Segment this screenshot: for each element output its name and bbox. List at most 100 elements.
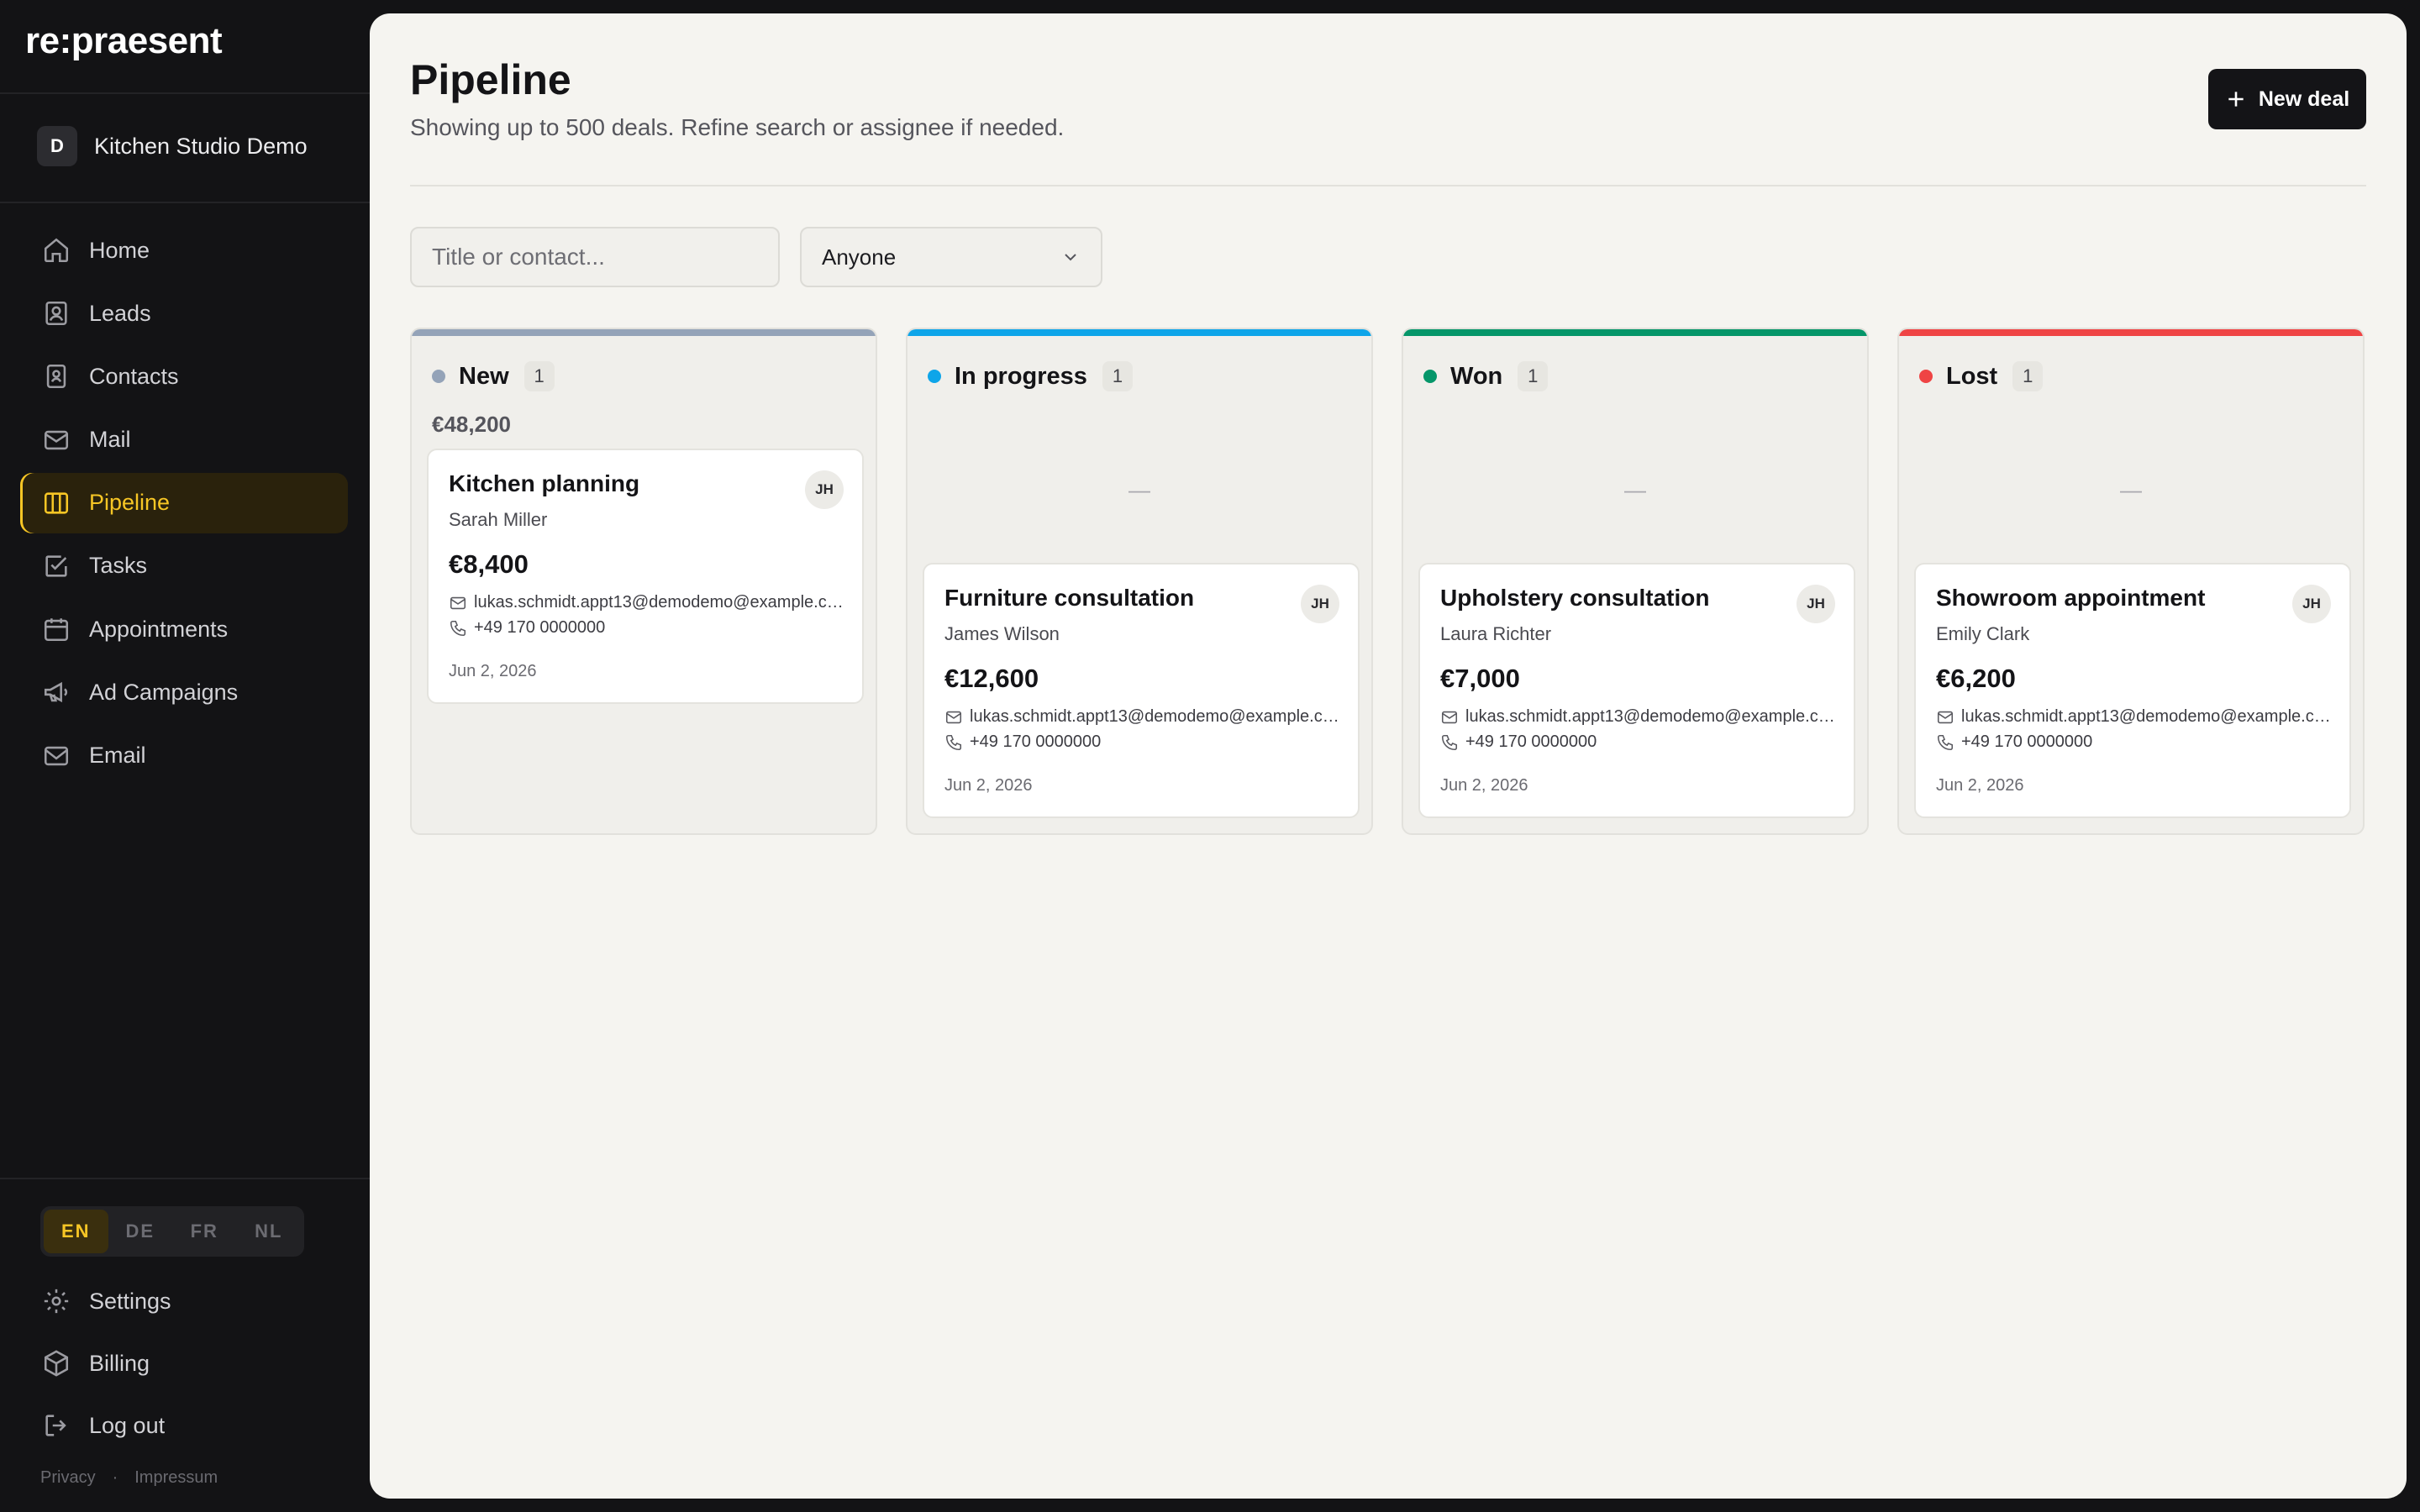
deal-date: Jun 2, 2026 — [1440, 776, 1528, 795]
mail-icon — [450, 596, 466, 609]
deal-title: Upholstery consultation — [1440, 585, 1710, 611]
sidebar-divider — [0, 202, 370, 203]
column-color-bar — [1403, 329, 1867, 336]
column-title: Lost — [1946, 362, 1998, 390]
language-option-en[interactable]: EN — [44, 1210, 108, 1253]
new-deal-label: New deal — [2258, 87, 2350, 111]
stage-dot — [928, 370, 941, 383]
assignee-avatar: JH — [1301, 585, 1339, 623]
deal-phone[interactable]: +49 170 0000000 — [449, 618, 849, 638]
footer-separator: · — [112, 1468, 118, 1487]
deal-contact: Emily Clark — [1936, 623, 2030, 644]
stage-dot — [1423, 370, 1437, 383]
column-color-bar — [412, 329, 876, 336]
new-deal-button[interactable]: New deal — [2208, 69, 2366, 129]
billing-link[interactable]: Billing — [20, 1332, 348, 1394]
deal-email[interactable]: lukas.schmidt.appt13@demodemo@example.co… — [449, 593, 849, 612]
mail-icon — [1441, 711, 1458, 723]
main-nav: Home Leads Contacts Mail Pipeline Tasks … — [20, 220, 348, 789]
deal-card[interactable]: Furniture consultation James Wilson €12,… — [923, 563, 1360, 818]
deal-title: Showroom appointment — [1936, 585, 2206, 611]
privacy-link[interactable]: Privacy — [40, 1468, 96, 1488]
deal-card[interactable]: Kitchen planning Sarah Miller €8,400 JH … — [427, 449, 864, 704]
deal-card[interactable]: Upholstery consultation Laura Richter €7… — [1418, 563, 1855, 818]
deal-date: Jun 2, 2026 — [449, 662, 537, 680]
deal-contact: James Wilson — [944, 623, 1060, 644]
language-option-nl[interactable]: NL — [237, 1210, 302, 1253]
deal-contact: Sarah Miller — [449, 509, 548, 530]
column-header: Lost 1 — [1919, 361, 2044, 391]
assignee-avatar: JH — [1797, 585, 1835, 623]
workspace-switcher[interactable]: D Kitchen Studio Demo — [37, 126, 308, 166]
deal-date: Jun 2, 2026 — [1936, 776, 2024, 795]
sidebar-item-home[interactable]: Home — [20, 220, 348, 281]
sidebar-item-label: Contacts — [89, 363, 179, 389]
deal-email[interactable]: lukas.schmidt.appt13@demodemo@example.co… — [944, 707, 1344, 727]
sidebar-item-appointments[interactable]: Appointments — [20, 599, 348, 659]
language-option-de[interactable]: DE — [108, 1210, 173, 1253]
column-count-badge: 1 — [523, 361, 555, 391]
sidebar-item-label: Mail — [89, 427, 131, 453]
bottom-nav: Settings Billing Log out — [20, 1270, 348, 1457]
assignee-select[interactable]: Anyone — [800, 227, 1102, 287]
sidebar-item-pipeline[interactable]: Pipeline — [20, 472, 348, 533]
billing-label: Billing — [89, 1350, 150, 1376]
sidebar-item-ad-campaigns[interactable]: Ad Campaigns — [20, 662, 348, 722]
lead-badge-icon — [45, 302, 67, 326]
logout-link[interactable]: Log out — [20, 1394, 348, 1457]
column-color-bar — [1899, 329, 2363, 336]
chevron-down-icon — [1065, 254, 1076, 261]
sidebar-item-leads[interactable]: Leads — [20, 283, 348, 344]
deal-email-text: lukas.schmidt.appt13@demodemo@example.co… — [1961, 707, 2336, 726]
plus-icon — [2228, 92, 2244, 107]
stage-dot — [1919, 370, 1933, 383]
deal-value: €6,200 — [1936, 664, 2016, 693]
phone-icon — [1937, 734, 1954, 750]
home-icon — [44, 238, 69, 263]
deal-value: €8,400 — [449, 549, 529, 579]
deal-phone-text: +49 170 0000000 — [1961, 732, 2093, 751]
sidebar-item-mail[interactable]: Mail — [20, 410, 348, 470]
impressum-link[interactable]: Impressum — [134, 1468, 218, 1488]
settings-link[interactable]: Settings — [20, 1270, 348, 1332]
column-header: In progress 1 — [928, 361, 1133, 391]
sidebar-item-label: Email — [89, 743, 146, 768]
logout-icon — [45, 1415, 66, 1436]
deal-email[interactable]: lukas.schmidt.appt13@demodemo@example.co… — [1936, 707, 2336, 727]
search-input[interactable] — [410, 227, 780, 287]
deal-value: €12,600 — [944, 664, 1039, 693]
sidebar-item-tasks[interactable]: Tasks — [20, 536, 348, 596]
deal-card[interactable]: Showroom appointment Emily Clark €6,200 … — [1914, 563, 2351, 818]
mail-icon — [945, 711, 962, 723]
deal-contact: Laura Richter — [1440, 623, 1552, 644]
pipeline-column-won: Won 1 — Upholstery consultation Laura Ri… — [1402, 328, 1869, 835]
deal-phone[interactable]: +49 170 0000000 — [944, 732, 1344, 752]
contact-book-icon — [46, 365, 66, 389]
header-divider — [410, 185, 2366, 186]
language-option-fr[interactable]: FR — [172, 1210, 237, 1253]
phone-icon — [945, 734, 962, 750]
box-icon — [44, 1350, 69, 1377]
megaphone-icon — [44, 682, 68, 703]
stage-dot — [432, 370, 445, 383]
column-total: €48,200 — [432, 412, 511, 437]
column-header: Won 1 — [1423, 361, 1549, 391]
column-header: New 1 — [432, 361, 555, 391]
sidebar-item-contacts[interactable]: Contacts — [20, 346, 348, 407]
assignee-avatar: JH — [2292, 585, 2331, 623]
deal-phone[interactable]: +49 170 0000000 — [1936, 732, 2336, 752]
deal-phone[interactable]: +49 170 0000000 — [1440, 732, 1840, 752]
pipeline-column-in-progress: In progress 1 — Furniture consultation J… — [906, 328, 1373, 835]
page-subtitle: Showing up to 500 deals. Refine search o… — [410, 114, 1065, 140]
app-logo[interactable]: re:praesent — [25, 20, 223, 62]
deal-email[interactable]: lukas.schmidt.appt13@demodemo@example.co… — [1440, 707, 1840, 727]
sidebar-item-label: Home — [89, 237, 150, 263]
sidebar-item-email[interactable]: Email — [20, 726, 348, 786]
sidebar-item-label: Appointments — [89, 616, 229, 642]
column-empty-marker: — — [1128, 477, 1150, 502]
sidebar-item-label: Pipeline — [89, 490, 171, 516]
deal-email-text: lukas.schmidt.appt13@demodemo@example.co… — [474, 593, 849, 612]
language-switcher: EN DE FR NL — [40, 1206, 304, 1257]
footer-links: Privacy · Impressum — [40, 1468, 218, 1488]
main-panel: Pipeline Showing up to 500 deals. Refine… — [370, 13, 2407, 1499]
